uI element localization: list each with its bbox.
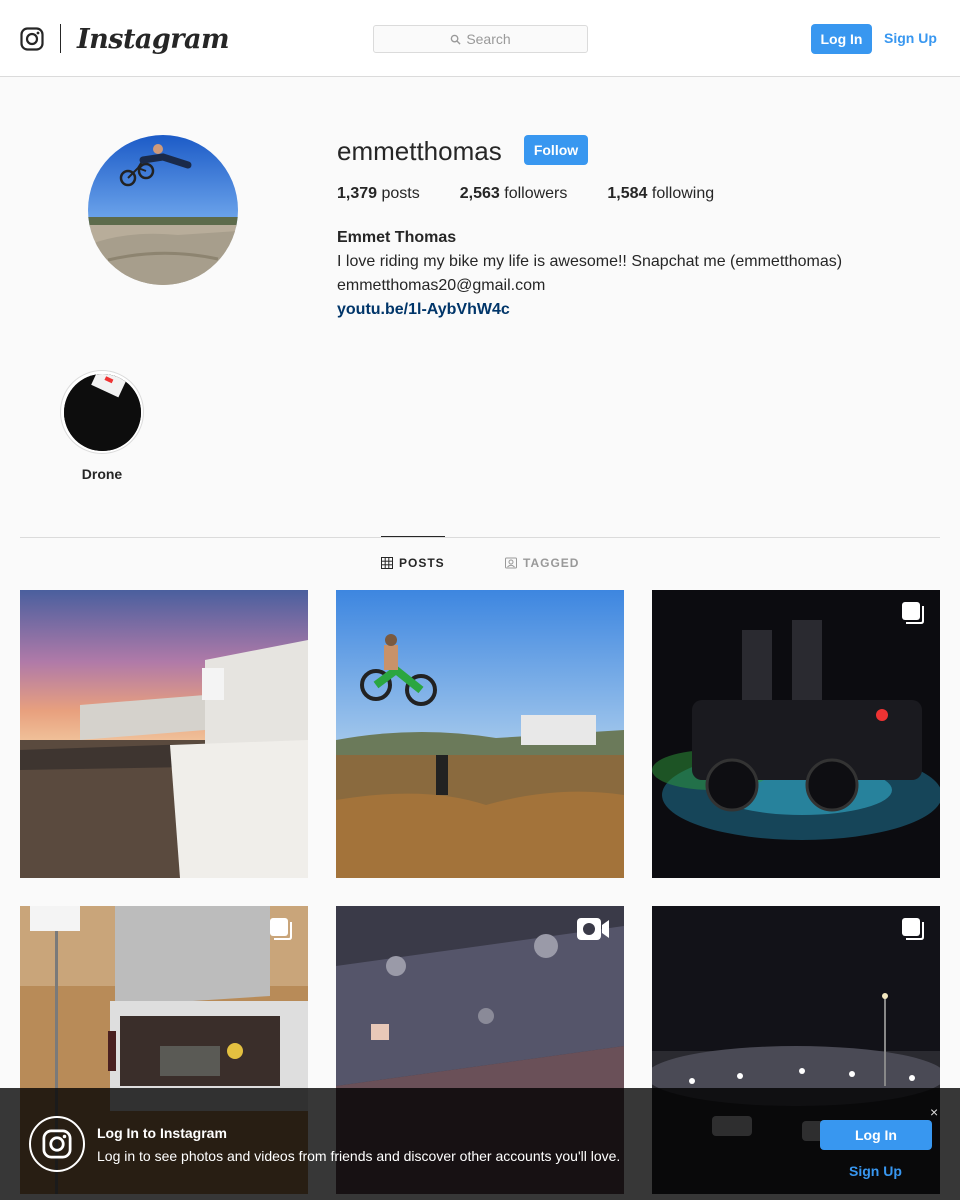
top-nav: Instagram Search Log In Sign Up xyxy=(0,0,960,77)
banner-title: Log In to Instagram xyxy=(97,1125,227,1141)
tab-posts[interactable]: POSTS xyxy=(381,556,445,570)
highlight-ring xyxy=(60,370,144,454)
highlight-thumbnail xyxy=(63,373,141,451)
banner-text: Log in to see photos and videos from fri… xyxy=(97,1148,621,1164)
profile-username: emmetthomas xyxy=(337,136,502,166)
bio-link[interactable]: youtu.be/1l-AybVhW4c xyxy=(337,298,842,322)
tab-posts-label: POSTS xyxy=(399,556,445,570)
highlight-label: Drone xyxy=(81,466,123,482)
search-placeholder: Search xyxy=(466,31,511,47)
signup-link[interactable]: Sign Up xyxy=(884,30,937,46)
stat-followers[interactable]: 2,563 followers xyxy=(460,185,568,203)
post-tile[interactable] xyxy=(652,590,940,878)
carousel-icon xyxy=(268,916,294,947)
video-icon xyxy=(576,916,610,947)
following-count: 1,584 xyxy=(607,185,648,202)
profile-bio: Emmet Thomas I love riding my bike my li… xyxy=(337,226,842,322)
story-highlight[interactable]: Drone xyxy=(60,370,144,482)
profile-full-name: Emmet Thomas xyxy=(337,229,457,246)
stat-posts: 1,379 posts xyxy=(337,185,420,203)
profile-stats: 1,379 posts 2,563 followers 1,584 follow… xyxy=(337,185,754,203)
profile-avatar[interactable] xyxy=(88,135,238,285)
instagram-camera-icon[interactable] xyxy=(20,27,44,51)
carousel-icon xyxy=(900,916,926,947)
grid-icon xyxy=(381,557,393,569)
login-banner: Log In to Instagram Log in to see photos… xyxy=(0,1088,960,1200)
tabs-divider xyxy=(20,537,940,538)
following-label: following xyxy=(651,185,715,202)
followers-count: 2,563 xyxy=(459,185,500,202)
login-button[interactable]: Log In xyxy=(811,24,872,54)
tagged-icon xyxy=(505,557,517,569)
post-image xyxy=(336,590,624,878)
search-input[interactable]: Search xyxy=(373,25,588,53)
post-tile[interactable] xyxy=(336,590,624,878)
bio-email: emmetthomas20@gmail.com xyxy=(337,277,546,294)
instagram-wordmark[interactable]: Instagram xyxy=(77,24,230,55)
posts-count: 1,379 xyxy=(337,185,378,202)
stat-following[interactable]: 1,584 following xyxy=(607,185,714,203)
posts-label: posts xyxy=(381,185,420,202)
bio-text: I love riding my bike my life is awesome… xyxy=(337,253,843,270)
banner-login-button[interactable]: Log In xyxy=(820,1120,932,1150)
tab-tagged-label: TAGGED xyxy=(523,556,580,570)
post-tile[interactable] xyxy=(20,590,308,878)
post-image xyxy=(652,590,940,878)
nav-divider xyxy=(60,24,61,53)
search-icon xyxy=(451,34,461,45)
close-icon[interactable]: × xyxy=(930,1104,938,1120)
instagram-logo-icon xyxy=(29,1116,85,1172)
followers-label: followers xyxy=(504,185,568,202)
banner-signup-link[interactable]: Sign Up xyxy=(849,1163,902,1179)
tab-tagged[interactable]: TAGGED xyxy=(505,556,579,570)
post-image xyxy=(20,590,308,878)
follow-button[interactable]: Follow xyxy=(524,135,588,165)
active-tab-indicator xyxy=(381,536,445,537)
carousel-icon xyxy=(900,600,926,631)
